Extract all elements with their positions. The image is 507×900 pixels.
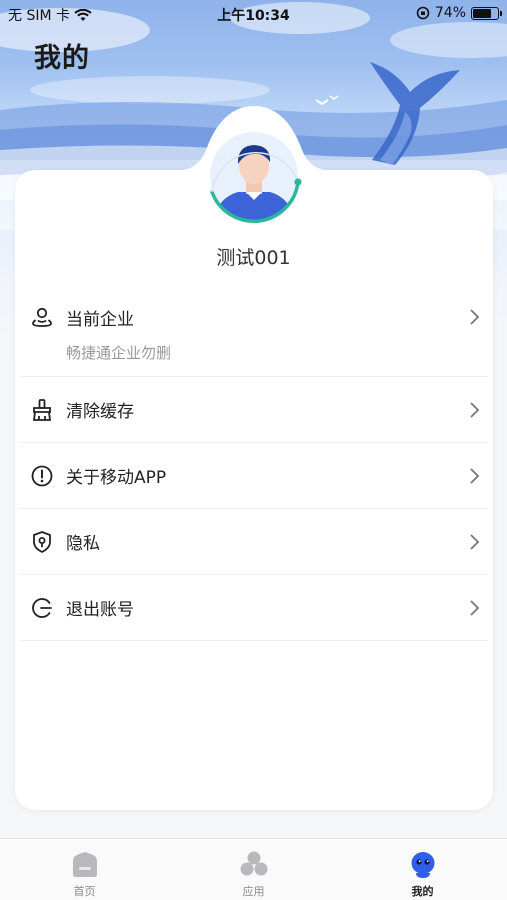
battery-percent: 74%: [434, 5, 466, 21]
status-right: 74%: [416, 5, 502, 21]
broom-icon: [32, 398, 52, 421]
battery-icon: [471, 6, 502, 20]
current-company-name: 畅捷通企业勿删: [66, 344, 172, 362]
settings-menu: 当前企业 畅捷通企业勿删 清除缓存 关于移动APP 隐私 退出账号: [20, 288, 488, 641]
tab-label: 我的: [411, 885, 434, 898]
tab-apps[interactable]: 应用: [169, 839, 338, 900]
menu-item-logout[interactable]: 退出账号: [20, 575, 488, 641]
menu-item-label: 退出账号: [66, 600, 134, 620]
logout-icon: [32, 597, 52, 618]
tab-home[interactable]: 首页: [0, 839, 169, 900]
bottom-tab-bar: 首页 应用 我的: [0, 838, 507, 900]
menu-item-label: 关于移动APP: [66, 468, 167, 488]
robot-icon: [411, 852, 434, 878]
home-icon: [72, 852, 97, 877]
menu-item-privacy[interactable]: 隐私: [20, 509, 488, 575]
page-title: 我的: [34, 43, 90, 74]
tab-label: 首页: [73, 885, 96, 898]
shield-icon: [33, 530, 51, 553]
avatar-image: [210, 132, 302, 224]
chevron-right-icon: [470, 533, 480, 550]
username: 测试001: [216, 247, 291, 269]
chevron-right-icon: [470, 599, 480, 616]
info-circle-icon: [31, 465, 53, 486]
menu-item-about-app[interactable]: 关于移动APP: [20, 443, 488, 509]
apps-icon: [240, 851, 267, 876]
chevron-right-icon: [470, 467, 480, 484]
status-bar: 无 SIM 卡 上午10:34 74%: [0, 0, 507, 28]
avatar[interactable]: [204, 126, 304, 226]
chevron-right-icon: [470, 309, 480, 325]
tab-label: 应用: [242, 885, 265, 898]
menu-item-label: 当前企业: [66, 310, 134, 330]
menu-item-label: 隐私: [66, 534, 100, 554]
orientation-lock-icon: [416, 6, 430, 20]
tab-mine[interactable]: 我的: [338, 839, 507, 900]
battery-level: [473, 8, 491, 18]
menu-item-current-company[interactable]: 当前企业 畅捷通企业勿删: [20, 288, 488, 377]
menu-item-label: 清除缓存: [66, 402, 134, 422]
chevron-right-icon: [470, 401, 480, 418]
location-person-icon: [32, 307, 52, 327]
menu-item-clear-cache[interactable]: 清除缓存: [20, 377, 488, 443]
